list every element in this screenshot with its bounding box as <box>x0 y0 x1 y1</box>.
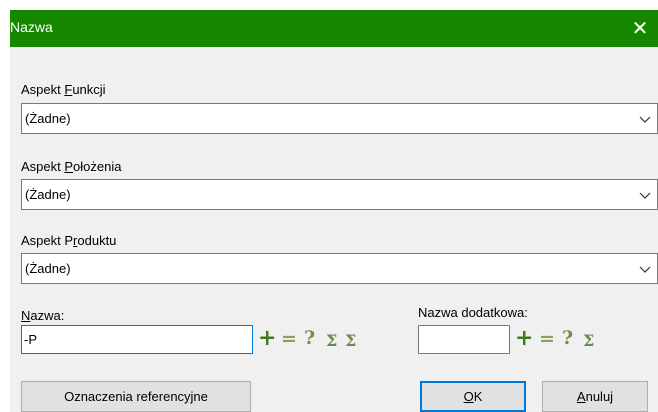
name-input[interactable]: -P <box>21 325 253 354</box>
sigma-check-icon[interactable]: Σ <box>583 331 594 351</box>
question-icon[interactable]: ? <box>304 328 315 348</box>
dialog-body <box>10 47 658 412</box>
ok-button[interactable]: OK <box>420 381 526 412</box>
title-bar: Nazwa ✕ <box>10 10 658 47</box>
product-aspect-label: Aspekt Produktu <box>21 233 117 248</box>
sigma-check-icon[interactable]: Σ <box>345 331 356 351</box>
equals-icon[interactable]: = <box>539 329 555 349</box>
equals-icon[interactable]: = <box>281 329 297 349</box>
name-value: -P <box>24 332 37 347</box>
chevron-down-icon <box>639 192 651 199</box>
question-icon[interactable]: ? <box>562 328 573 348</box>
references-button[interactable]: Oznaczenia referencyjne <box>21 381 251 412</box>
close-icon[interactable]: ✕ <box>628 15 652 41</box>
window-title: Nazwa <box>10 19 53 35</box>
function-aspect-select[interactable]: (Żadne) <box>21 103 658 134</box>
function-aspect-value: (Żadne) <box>25 111 71 126</box>
cancel-button[interactable]: Anuluj <box>542 381 648 412</box>
location-aspect-select[interactable]: (Żadne) <box>21 179 658 210</box>
sigma-icon[interactable]: Σ <box>326 331 337 351</box>
location-aspect-value: (Żadne) <box>25 187 71 202</box>
location-aspect-label: Aspekt Położenia <box>21 159 122 174</box>
chevron-down-icon <box>639 266 651 273</box>
dialog-window: Nazwa ✕ Aspekt Funkcji (Żadne) Aspekt Po… <box>0 0 658 412</box>
extra-name-label: Nazwa dodatkowa: <box>418 305 528 320</box>
add-icon[interactable]: + <box>515 327 533 349</box>
function-aspect-label: Aspekt Funkcji <box>21 82 106 97</box>
add-icon[interactable]: + <box>258 327 276 349</box>
chevron-down-icon <box>639 116 651 123</box>
product-aspect-value: (Żadne) <box>25 261 71 276</box>
extra-name-input[interactable] <box>418 325 510 354</box>
name-label: Nazwa: <box>21 308 65 323</box>
product-aspect-select[interactable]: (Żadne) <box>21 253 658 284</box>
